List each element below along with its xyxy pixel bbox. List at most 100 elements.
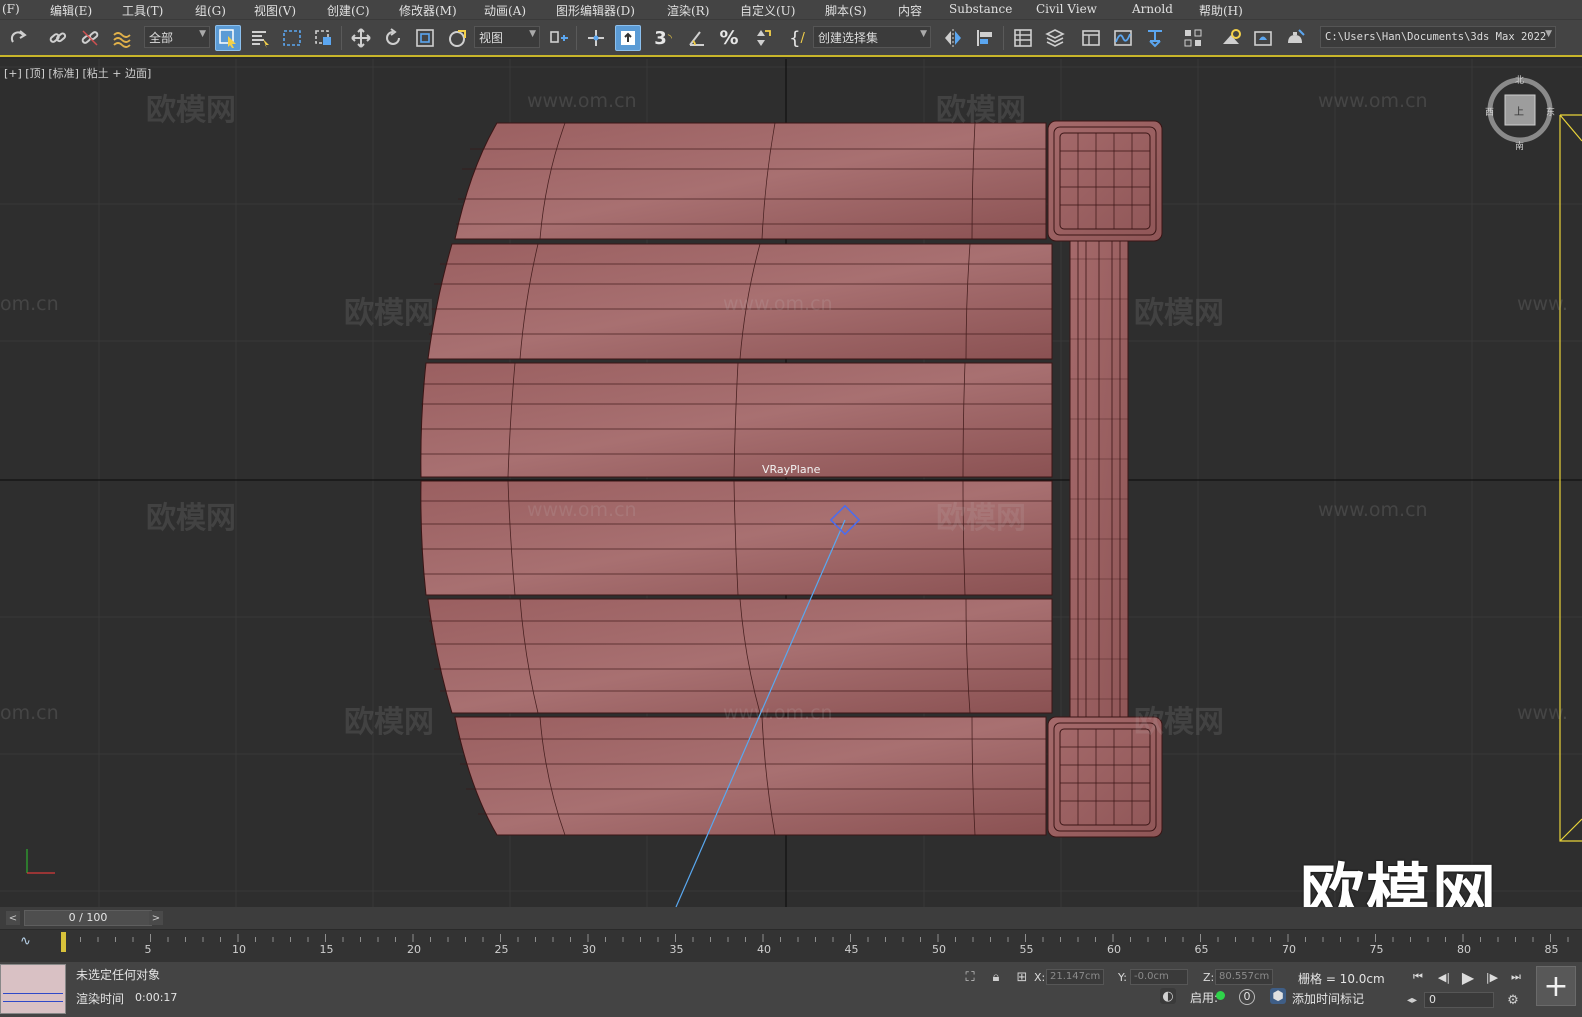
main-toolbar: 全部 ▼ 视图 ▼ 3 ◝ % {/ 创建选择集 ▼ C:\Users\Han\Docu… (0, 20, 1582, 57)
watermark: 欧模网 (1134, 705, 1224, 740)
absolute-transform-icon[interactable]: ⊞ (1014, 969, 1030, 985)
snaps-toggle-icon[interactable]: 3 ◝ (650, 25, 676, 51)
viewcube-south[interactable]: 南 (1515, 139, 1524, 152)
menu-scripting[interactable]: 脚本(S) (825, 2, 867, 19)
curve-editor-icon[interactable] (1110, 25, 1136, 51)
material-editor-icon[interactable] (1180, 25, 1206, 51)
select-object-icon[interactable] (215, 25, 241, 51)
menu-tools[interactable]: 工具(T) (122, 2, 163, 19)
menu-civil-view[interactable]: Civil View (1036, 2, 1097, 16)
render-setup-icon[interactable] (1218, 25, 1244, 51)
move-icon[interactable] (348, 25, 374, 51)
menu-create[interactable]: 创建(C) (327, 2, 370, 19)
time-slider-thumb[interactable]: 0 / 100 (24, 910, 152, 926)
mirror-icon[interactable] (940, 25, 966, 51)
add-key-button[interactable]: + (1536, 966, 1576, 1006)
watermark: 欧模网 (344, 296, 434, 331)
track-tick-label: 35 (669, 943, 684, 956)
isolate-selection-icon[interactable]: ⛶ (962, 969, 978, 985)
time-configuration-icon[interactable]: ⚙ (1505, 992, 1521, 1008)
pencil-icon: / (800, 30, 805, 46)
keyboard-shortcut-override-icon[interactable] (615, 25, 641, 51)
track-tick-label: 40 (757, 943, 771, 956)
viewcube-east[interactable]: 东 (1546, 105, 1555, 118)
rectangular-selection-icon[interactable] (279, 25, 305, 51)
render-production-icon[interactable] (1282, 25, 1308, 51)
place-object-icon[interactable] (444, 25, 470, 51)
select-by-name-icon[interactable] (247, 25, 273, 51)
track-bar[interactable]: ∿ 5 10 15 20 25 30 35 40 45 50 55 60 65 70 75 80 85 (0, 929, 1582, 962)
menu-file[interactable]: (F) (2, 2, 20, 16)
percent-snap-icon[interactable]: % (716, 25, 742, 51)
top-viewport[interactable]: [+] [顶] [标准] [粘土 + 边面] 欧模网 www.om.cn 欧模网… (0, 59, 1582, 907)
spinner-snap-icon[interactable] (748, 25, 774, 51)
track-tick-label: 85 (1544, 943, 1559, 956)
menu-help[interactable]: 帮助(H) (1199, 2, 1243, 19)
align-icon[interactable] (972, 25, 998, 51)
menu-substance[interactable]: Substance (949, 2, 1012, 16)
pivot-center-icon[interactable] (546, 25, 572, 51)
current-time-marker (61, 932, 66, 952)
rendered-frame-window-icon[interactable] (1250, 25, 1276, 51)
scene-explorer-icon[interactable] (1010, 25, 1036, 51)
play-icon[interactable]: ▶ (1458, 968, 1478, 987)
window-crossing-icon[interactable] (311, 25, 337, 51)
scale-icon[interactable] (412, 25, 438, 51)
key-mode-toggle-icon[interactable]: ◂▸ (1404, 992, 1420, 1008)
menu-animation[interactable]: 动画(A) (484, 2, 526, 19)
z-coord-field[interactable]: 80.557cm (1215, 969, 1273, 985)
menu-modifiers[interactable]: 修改器(M) (399, 2, 457, 19)
menu-arnold[interactable]: Arnold (1132, 2, 1173, 16)
rotate-icon[interactable] (380, 25, 406, 51)
toolbar-divider (341, 26, 342, 50)
menu-customize[interactable]: 自定义(U) (740, 2, 795, 19)
snaps-toggle-label: 3 (654, 27, 667, 49)
track-tick-label: 70 (1282, 943, 1296, 956)
viewcube-west[interactable]: 西 (1485, 105, 1494, 118)
menu-edit[interactable]: 编辑(E) (50, 2, 92, 19)
time-slider[interactable]: < 0 / 100 > (0, 907, 1582, 929)
adaptive-degradation-icon[interactable]: ◐ (1160, 988, 1176, 1004)
angle-snap-icon[interactable] (684, 25, 710, 51)
time-slider-next-button[interactable]: > (149, 911, 163, 925)
chair-seat-mesh (420, 122, 1053, 836)
menu-group[interactable]: 组(G) (195, 2, 226, 19)
edit-named-selection-icon[interactable]: {/ (784, 25, 810, 51)
watermark: 欧模网 (146, 93, 236, 128)
layer-explorer-icon[interactable] (1042, 25, 1068, 51)
schematic-view-icon[interactable] (1142, 25, 1168, 51)
add-time-tag-button[interactable]: 添加时间标记 (1292, 990, 1364, 1007)
project-path-dropdown[interactable]: C:\Users\Han\Documents\3ds Max 2022 ▼ (1320, 26, 1556, 48)
link-icon[interactable] (45, 25, 71, 51)
chevron-down-icon: ▼ (1545, 29, 1552, 39)
bind-space-warp-icon[interactable] (109, 25, 135, 51)
selection-filter-dropdown[interactable]: 全部 ▼ (144, 26, 210, 48)
go-to-end-icon[interactable]: ⏭ (1506, 969, 1526, 985)
toggle-ribbon-icon[interactable] (1078, 25, 1104, 51)
current-frame-field[interactable]: 0 (1424, 992, 1494, 1008)
menu-graph-editors[interactable]: 图形编辑器(D) (556, 2, 635, 19)
go-to-start-icon[interactable]: ⏮ (1408, 969, 1428, 985)
menu-rendering[interactable]: 渲染(R) (667, 2, 709, 19)
redo-icon[interactable] (6, 25, 32, 51)
x-coord-field[interactable]: 21.147cm (1046, 969, 1104, 985)
z-coord-label: Z: (1203, 971, 1215, 984)
magnet-icon: ◝ (667, 32, 672, 44)
previous-frame-icon[interactable]: ◀︎| (1434, 969, 1454, 985)
menu-content[interactable]: 内容 (898, 2, 922, 19)
time-tag-icon[interactable]: ⬢ (1270, 988, 1286, 1004)
select-manipulate-icon[interactable] (583, 25, 609, 51)
viewcube-face-top[interactable]: 上 (1514, 103, 1524, 118)
reference-coordinate-dropdown[interactable]: 视图 ▼ (474, 26, 540, 48)
maxscript-mini-listener[interactable] (0, 964, 66, 1014)
viewport-label[interactable]: [+] [顶] [标准] [粘土 + 边面] (4, 65, 151, 81)
menu-views[interactable]: 视图(V) (254, 2, 296, 19)
unlink-icon[interactable] (77, 25, 103, 51)
watermark-url: www.om.cn (723, 702, 833, 724)
lock-selection-icon[interactable]: 🔒︎ (988, 969, 1004, 985)
time-slider-prev-button[interactable]: < (6, 911, 20, 925)
y-coord-field[interactable]: -0.0cm (1130, 969, 1188, 985)
viewcube-north[interactable]: 北 (1515, 73, 1524, 86)
next-frame-icon[interactable]: |▶︎ (1482, 969, 1502, 985)
named-selection-dropdown[interactable]: 创建选择集 ▼ (813, 26, 931, 48)
